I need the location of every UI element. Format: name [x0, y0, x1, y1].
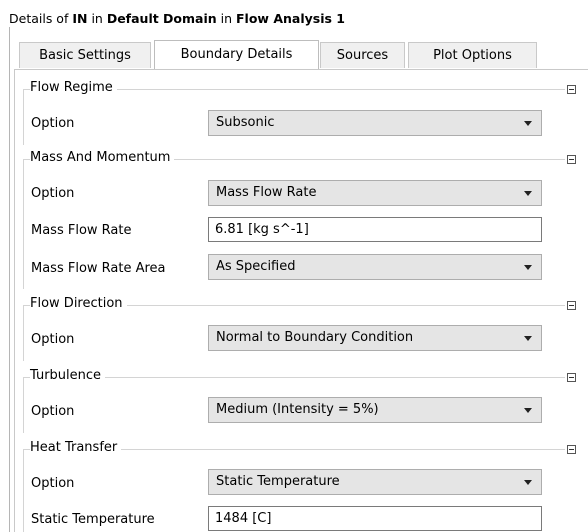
- static-temperature-label: Static Temperature: [31, 512, 155, 527]
- group-title: Mass And Momentum: [30, 150, 175, 165]
- chevron-down-icon: [524, 191, 532, 196]
- mass-momentum-option-select[interactable]: Mass Flow Rate: [208, 180, 542, 206]
- static-temperature-input[interactable]: 1484 [C]: [208, 506, 542, 531]
- chevron-down-icon: [524, 408, 532, 413]
- input-value: 1484 [C]: [215, 511, 272, 526]
- chevron-down-icon: [524, 480, 532, 485]
- minus-box-icon[interactable]: [567, 301, 576, 310]
- title-object: IN: [72, 11, 88, 26]
- minus-box-icon[interactable]: [567, 445, 576, 454]
- group-title: Flow Regime: [30, 80, 117, 95]
- option-label: Option: [31, 476, 75, 491]
- title-prefix: Details of: [9, 11, 73, 26]
- mass-flow-rate-input[interactable]: 6.81 [kg s^-1]: [208, 217, 542, 242]
- option-label: Option: [31, 186, 75, 201]
- chevron-down-icon: [524, 121, 532, 126]
- select-value: As Specified: [216, 259, 296, 274]
- group-border-left: [23, 449, 24, 532]
- chevron-down-icon: [524, 336, 532, 341]
- title-analysis: Flow Analysis 1: [236, 11, 345, 26]
- mass-flow-rate-area-select[interactable]: As Specified: [208, 254, 542, 280]
- group-border-left: [23, 159, 24, 289]
- title-in-1: in: [87, 11, 107, 26]
- details-title: Details of IN in Default Domain in Flow …: [9, 11, 345, 26]
- select-value: Medium (Intensity = 5%): [216, 402, 379, 417]
- group-border-left: [23, 89, 24, 145]
- chevron-down-icon: [524, 265, 532, 270]
- tab-sources[interactable]: Sources: [320, 42, 405, 68]
- minus-box-icon[interactable]: [567, 85, 576, 94]
- select-value: Subsonic: [216, 115, 275, 130]
- select-value: Mass Flow Rate: [216, 185, 317, 200]
- option-label: Option: [31, 116, 75, 131]
- tab-basic-settings[interactable]: Basic Settings: [19, 42, 151, 68]
- select-value: Static Temperature: [216, 474, 340, 489]
- select-value: Normal to Boundary Condition: [216, 330, 414, 345]
- minus-box-icon[interactable]: [567, 155, 576, 164]
- title-in-2: in: [216, 11, 237, 26]
- flow-regime-option-select[interactable]: Subsonic: [208, 110, 542, 136]
- group-border-left: [23, 305, 24, 361]
- tab-boundary-details[interactable]: Boundary Details: [154, 40, 319, 69]
- input-value: 6.81 [kg s^-1]: [215, 222, 309, 237]
- group-border-left: [23, 377, 24, 433]
- group-title: Turbulence: [30, 368, 106, 383]
- heat-transfer-option-select[interactable]: Static Temperature: [208, 469, 542, 495]
- option-label: Option: [31, 332, 75, 347]
- flow-direction-option-select[interactable]: Normal to Boundary Condition: [208, 325, 542, 351]
- minus-box-icon[interactable]: [567, 373, 576, 382]
- option-label: Option: [31, 404, 75, 419]
- group-title: Heat Transfer: [30, 440, 122, 455]
- panel-left-border: [9, 27, 10, 532]
- tab-plot-options[interactable]: Plot Options: [408, 42, 537, 68]
- turbulence-option-select[interactable]: Medium (Intensity = 5%): [208, 397, 542, 423]
- title-domain: Default Domain: [106, 11, 217, 26]
- group-title: Flow Direction: [30, 296, 127, 311]
- mass-flow-rate-area-label: Mass Flow Rate Area: [31, 261, 166, 276]
- mass-flow-rate-label: Mass Flow Rate: [31, 223, 132, 238]
